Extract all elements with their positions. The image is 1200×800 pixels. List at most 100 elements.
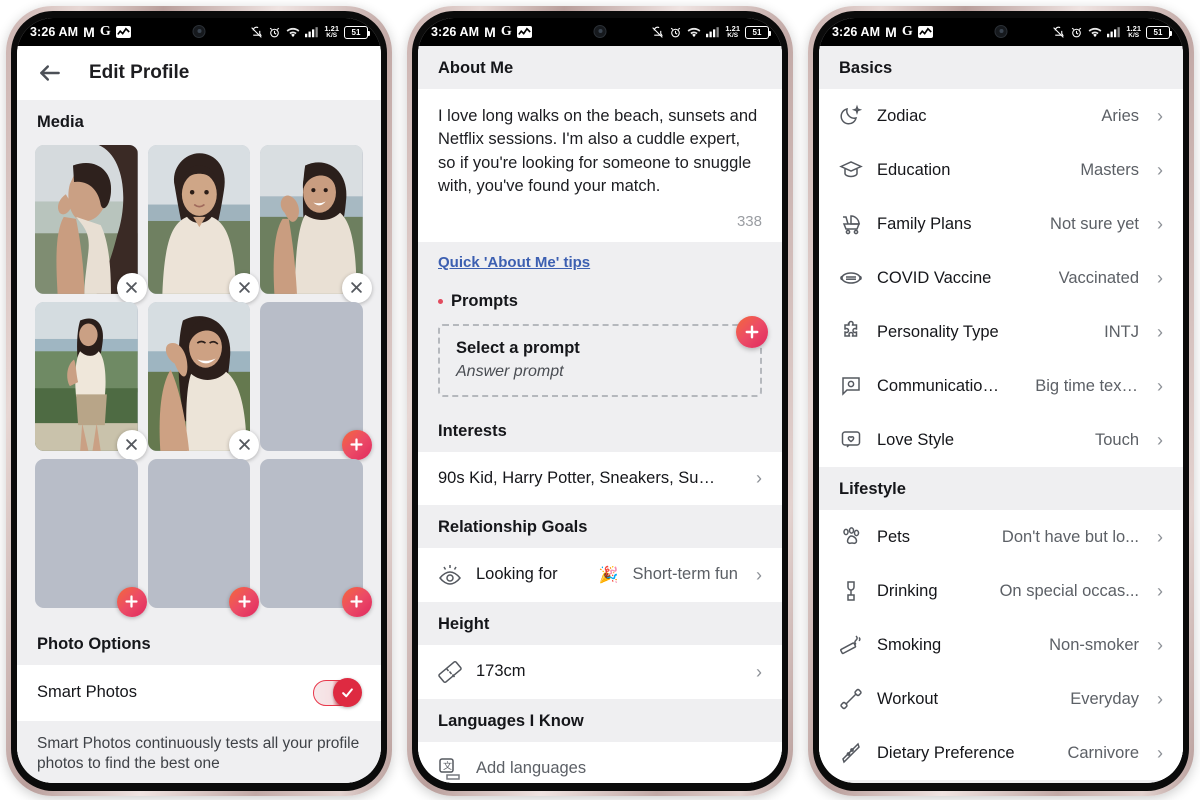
toggle-knob [333,677,362,707]
smart-photos-label: Smart Photos [37,683,137,702]
row-love-style[interactable]: Love Style Touch › [819,413,1183,467]
media-grid-container [17,143,381,622]
signal-icon [706,26,720,38]
back-arrow-icon[interactable] [37,60,63,86]
about-me-textarea[interactable]: I love long walks on the beach, sunsets … [418,89,782,205]
section-title-interests: Interests [438,421,507,440]
chevron-right-icon: › [1157,106,1163,126]
row-looking-for[interactable]: Looking for 🎉 Short-term fun › [418,547,782,602]
remove-photo-button[interactable] [116,272,147,303]
chevron-right-icon: › [1157,214,1163,234]
row-education[interactable]: Education Masters › [819,143,1183,197]
row-drinking[interactable]: Drinking On special occas... › [819,564,1183,618]
about-me-tips-link[interactable]: Quick 'About Me' tips [418,241,782,279]
add-prompt-button[interactable] [736,315,768,348]
chevron-right-icon: › [1157,527,1163,547]
row-pets[interactable]: Pets Don't have but lo... › [819,510,1183,564]
dietary-preference-value: Carnivore [1067,743,1139,762]
mask-icon [839,266,863,290]
section-title-lifestyle: Lifestyle [839,480,906,498]
row-dietary-preference[interactable]: Dietary Preference Carnivore › [819,726,1183,780]
page-title: Edit Profile [89,62,190,83]
section-title-height: Height [438,614,490,633]
eye-icon [438,563,462,587]
remove-photo-button[interactable] [341,272,372,303]
row-workout[interactable]: Workout Everyday › [819,672,1183,726]
workout-value: Everyday [1070,689,1139,708]
media-tile[interactable] [147,145,260,303]
prompt-select-label: Select a prompt [456,338,580,357]
looking-for-value: Short-term fun [632,565,738,584]
pets-label: Pets [877,527,911,546]
prompt-empty-card[interactable]: Select a prompt Answer prompt [438,323,762,397]
status-bar: 3:26 AM M G 1.21 K/S 51 [819,18,1183,46]
party-popper-emoji: 🎉 [598,566,619,584]
google-icon: G [99,24,111,39]
add-photo-button[interactable] [116,586,147,617]
about-me-text: I love long walks on the beach, sunsets … [438,107,758,196]
status-time: 3:26 AM [30,25,79,39]
row-interests[interactable]: 90s Kid, Harry Potter, Sneakers, Sushi, … [418,451,782,505]
phone-2-scroll[interactable]: About Me I love long walks on the beach,… [418,46,782,783]
media-tile[interactable] [260,145,372,303]
row-smart-photos[interactable]: Smart Photos [17,664,381,721]
alarm-icon [268,26,281,39]
status-bar: 3:26 AM M G 1.21 K/S 51 [418,18,782,46]
remove-photo-button[interactable] [116,429,147,460]
media-tile-empty[interactable] [35,458,147,617]
row-zodiac[interactable]: Zodiac Aries › [819,89,1183,143]
add-photo-button[interactable] [341,586,372,617]
phone-1-scroll[interactable]: Media Photo Options Smart Photos Smart P… [17,100,381,783]
about-me-char-count: 338 [418,204,782,242]
remove-photo-button[interactable] [229,272,260,303]
media-tile[interactable] [35,301,147,460]
section-title-relationship-goals: Relationship Goals [438,517,588,536]
remove-photo-button[interactable] [229,429,260,460]
profile-photo-2 [147,145,251,294]
net-speed-unit: K/S [1128,31,1140,39]
status-bar-left: 3:26 AM M G [832,25,933,39]
phone-2: 3:26 AM M G 1.21 K/S 51 About Me I love … [407,6,793,796]
section-title-about-me: About Me [438,59,514,77]
row-personality-type[interactable]: Personality Type INTJ › [819,305,1183,359]
media-tile[interactable] [35,145,147,303]
family-plans-value: Not sure yet [1050,214,1139,233]
basics-list: Zodiac Aries › Education Masters › Famil… [819,89,1183,467]
wifi-icon [1088,26,1102,39]
dietary-preference-label: Dietary Preference [877,743,1015,762]
row-height[interactable]: 173cm › [418,644,782,699]
workout-label: Workout [877,689,939,708]
education-label: Education [877,160,951,179]
personality-type-value: INTJ [1104,322,1139,341]
drinking-label: Drinking [877,581,938,600]
smart-photos-toggle[interactable] [313,677,362,707]
wifi-icon [286,26,300,39]
status-bar-right: 1.21 K/S 51 [250,25,370,39]
moon-icon [839,104,863,128]
media-tile-empty[interactable] [260,458,372,617]
row-smoking[interactable]: Smoking Non-smoker › [819,618,1183,672]
covid-vaccine-value: Vaccinated [1058,268,1139,287]
drinking-value: On special occas... [999,581,1139,600]
phone-3-bezel: 3:26 AM M G 1.21 K/S 51 Basics Zodiac Ar… [813,11,1189,791]
row-covid-vaccine[interactable]: COVID Vaccine Vaccinated › [819,251,1183,305]
media-grid [35,145,372,617]
translate-icon: 文 [438,757,462,781]
communication-style-label: Communication... [877,376,1004,395]
media-tile[interactable] [147,301,260,460]
row-communication-style[interactable]: Communication... Big time texter › [819,359,1183,413]
add-languages-label: Add languages [476,759,587,778]
row-family-plans[interactable]: Family Plans Not sure yet › [819,197,1183,251]
add-photo-button[interactable] [229,586,260,617]
prompt-answer-placeholder: Answer prompt [456,362,564,380]
alarm-icon [669,26,682,39]
phone-3-scroll[interactable]: Basics Zodiac Aries › Education Masters … [819,46,1183,783]
media-tile-empty[interactable] [147,458,260,617]
section-header-prompts: Prompts [418,278,782,322]
pizza-icon [839,741,863,765]
front-camera [192,25,206,38]
media-tile-empty[interactable] [260,301,372,460]
network-speed-indicator: 1.21 K/S [725,25,740,39]
row-add-languages[interactable]: 文 Add languages [418,741,782,783]
add-photo-button[interactable] [341,429,372,460]
